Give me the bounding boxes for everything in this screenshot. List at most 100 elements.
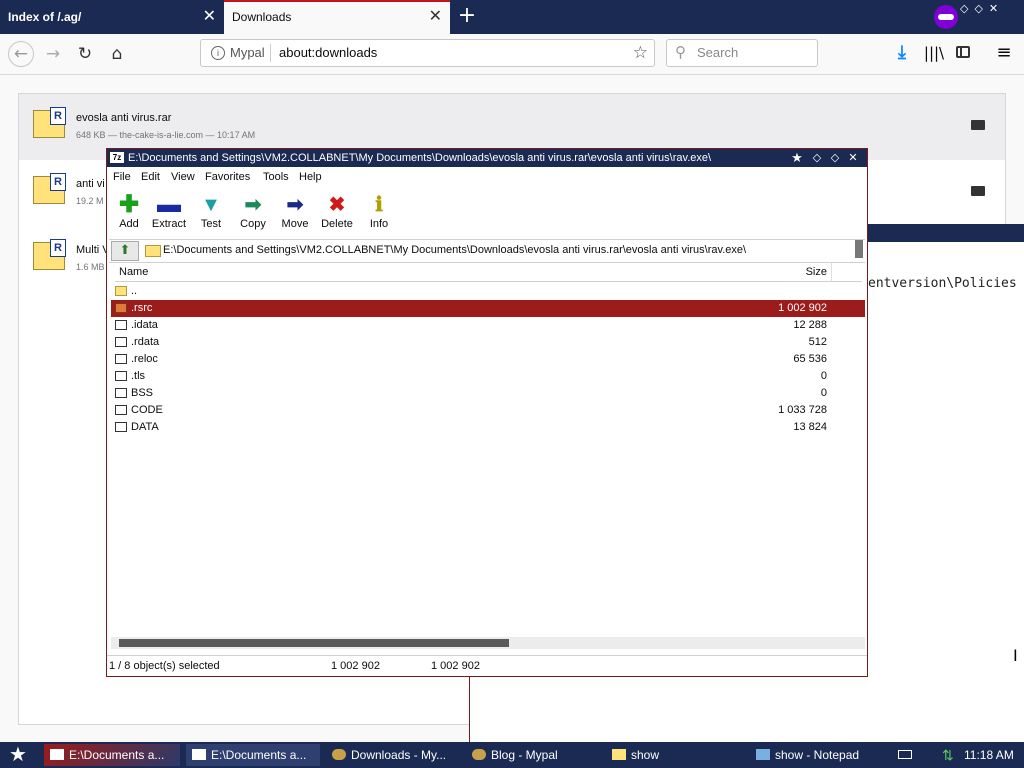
horizontal-scrollbar[interactable]	[111, 637, 865, 649]
7zip-window[interactable]: 7z E:\Documents and Settings\VM2.COLLABN…	[106, 148, 868, 677]
list-item[interactable]: .reloc 65 536	[111, 351, 865, 368]
download-meta: 1.6 MB	[76, 262, 105, 272]
scrollbar-thumb[interactable]	[119, 639, 509, 647]
copy-arrow-icon: ➡	[244, 194, 262, 216]
reload-button[interactable]: ↻	[72, 41, 98, 67]
extract-button[interactable]: ▬ Extract	[147, 192, 191, 236]
close-tab-icon[interactable]: ✕	[203, 0, 216, 34]
menu-favorites[interactable]: Favorites	[205, 168, 250, 187]
check-icon: ▼	[201, 194, 221, 216]
url-separator	[270, 44, 271, 62]
search-placeholder: Search	[697, 45, 739, 60]
taskbar-item[interactable]: E:\Documents a...	[186, 744, 320, 766]
library-icon[interactable]: |||\	[922, 41, 946, 65]
download-name: Multi V	[76, 244, 110, 256]
taskbar-item-label: show	[631, 748, 660, 762]
download-meta: 19.2 M	[76, 196, 104, 206]
notepad-icon	[756, 749, 770, 760]
list-item[interactable]: ..	[111, 283, 865, 300]
file-name: DATA	[131, 421, 159, 433]
folder-icon	[115, 286, 127, 296]
window-controls[interactable]: ◇◇✕	[960, 2, 1024, 20]
text-cursor-icon: I	[1013, 646, 1018, 665]
menu-help[interactable]: Help	[299, 168, 322, 187]
taskbar-item[interactable]: Downloads - My...	[332, 744, 462, 766]
tab-index-of-ag[interactable]: Index of /.ag/ ✕	[0, 0, 224, 34]
move-label: Move	[281, 218, 309, 230]
7zip-icon	[192, 749, 206, 760]
list-item[interactable]: CODE 1 033 728	[111, 402, 865, 419]
file-size: 1 002 902	[778, 302, 827, 314]
minimize-icon[interactable]: ◇	[809, 149, 825, 167]
maximize-icon[interactable]: ◇	[827, 149, 843, 167]
test-label: Test	[200, 218, 222, 230]
list-item[interactable]: .rdata 512	[111, 334, 865, 351]
up-folder-button[interactable]: ⬆	[111, 241, 139, 261]
download-name: evosla anti virus.rar	[76, 112, 172, 124]
open-folder-icon[interactable]	[971, 120, 985, 130]
file-list: .. .rsrc 1 002 902 .idata 12 288 .rdata …	[111, 283, 865, 436]
taskbar-item[interactable]: show	[612, 744, 742, 766]
extract-label: Extract	[151, 218, 187, 230]
menu-view[interactable]: View	[171, 168, 195, 187]
info-button[interactable]: ℹ Info	[357, 192, 401, 236]
info-icon[interactable]: i	[211, 46, 225, 60]
start-button[interactable]: ★	[6, 743, 30, 767]
list-item[interactable]: BSS 0	[111, 385, 865, 402]
taskbar-item[interactable]: E:\Documents a...	[44, 744, 180, 766]
tab-downloads[interactable]: Downloads ✕	[224, 0, 450, 34]
close-tab-icon[interactable]: ✕	[429, 2, 442, 32]
close-icon[interactable]: ✕	[845, 149, 861, 167]
taskbar-item[interactable]: show - Notepad	[756, 744, 866, 766]
column-header-extra[interactable]	[831, 263, 862, 282]
address-path[interactable]: E:\Documents and Settings\VM2.COLLABNET\…	[163, 240, 746, 260]
list-item[interactable]: .idata 12 288	[111, 317, 865, 334]
taskbar-item-label: Downloads - My...	[351, 748, 447, 762]
folder-icon	[612, 749, 626, 760]
menu-file[interactable]: File	[113, 168, 131, 187]
folder-icon	[145, 245, 161, 257]
sidebar-icon[interactable]	[956, 46, 970, 58]
pin-icon[interactable]: ★	[789, 149, 805, 167]
download-icon[interactable]: ⤓	[890, 41, 914, 65]
file-icon	[115, 405, 127, 415]
window-title: E:\Documents and Settings\VM2.COLLABNET\…	[128, 152, 712, 164]
home-button[interactable]: ⌂	[104, 41, 130, 67]
new-tab-button[interactable]: +	[456, 4, 478, 28]
status-size: 1 002 902	[331, 660, 380, 672]
copy-button[interactable]: ➡ Copy	[231, 192, 275, 236]
file-name: CODE	[131, 404, 163, 416]
keyboard-icon[interactable]	[898, 750, 912, 759]
file-size: 1 033 728	[778, 404, 827, 416]
list-item[interactable]: .tls 0	[111, 368, 865, 385]
folder-icon	[115, 303, 127, 313]
forward-button[interactable]: →	[40, 41, 66, 67]
open-folder-icon[interactable]	[971, 186, 985, 196]
menu-edit[interactable]: Edit	[141, 168, 160, 187]
file-size: 512	[808, 336, 827, 348]
delete-button[interactable]: ✖ Delete	[315, 192, 359, 236]
column-size[interactable]: Size	[806, 263, 827, 281]
status-bar: 1 / 8 object(s) selected 1 002 902 1 002…	[107, 655, 867, 676]
test-button[interactable]: ▼ Test	[189, 192, 233, 236]
taskbar-item[interactable]: Blog - Mypal	[472, 744, 592, 766]
list-item[interactable]: .rsrc 1 002 902	[111, 300, 865, 317]
move-button[interactable]: ➡ Move	[273, 192, 317, 236]
clock[interactable]: 11:18 AM	[964, 742, 1014, 768]
back-button[interactable]: ←	[8, 41, 34, 67]
url-text[interactable]: about:downloads	[279, 40, 377, 66]
address-dropdown[interactable]	[855, 240, 863, 258]
archive-file-icon	[33, 239, 66, 270]
column-name[interactable]: Name	[119, 263, 148, 281]
private-browsing-icon	[934, 5, 958, 29]
network-icon[interactable]: ⇅	[942, 745, 958, 765]
url-bar[interactable]: i Mypal about:downloads ☆	[200, 39, 655, 67]
add-button[interactable]: ✚ Add	[107, 192, 151, 236]
bookmark-star-icon[interactable]: ☆	[633, 40, 648, 66]
list-item[interactable]: DATA 13 824	[111, 419, 865, 436]
window-titlebar[interactable]: 7z E:\Documents and Settings\VM2.COLLABN…	[107, 149, 867, 167]
menu-tools[interactable]: Tools	[263, 168, 289, 187]
file-name: .tls	[131, 370, 146, 382]
menu-icon[interactable]: ≡	[992, 41, 1016, 65]
search-input[interactable]: ⚲ Search	[666, 39, 818, 67]
